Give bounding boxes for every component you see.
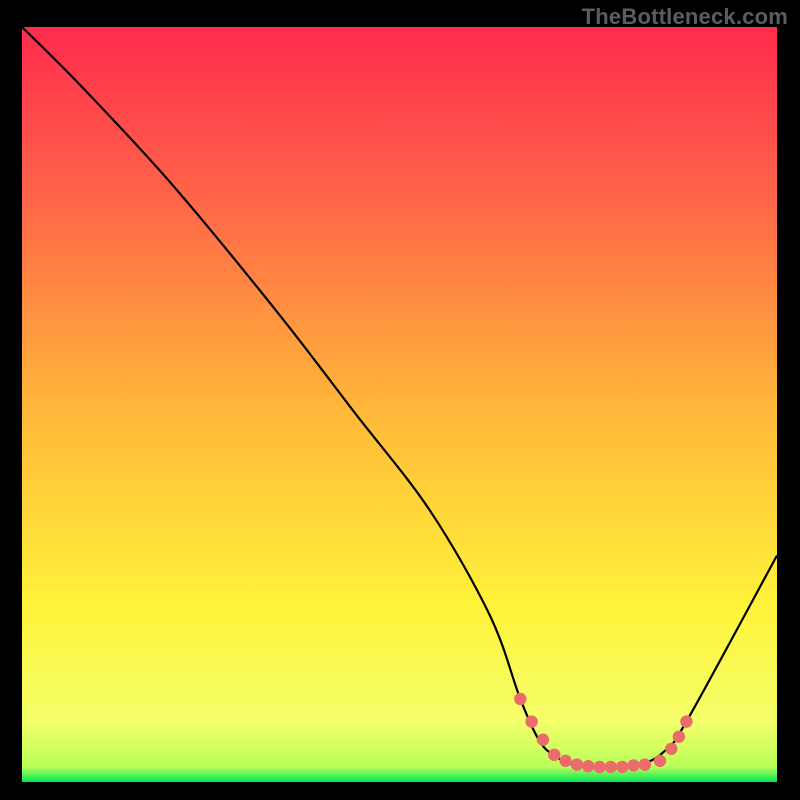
- highlight-dot: [514, 693, 526, 705]
- highlight-dot: [627, 759, 639, 771]
- highlight-dot: [582, 760, 594, 772]
- chart-frame: TheBottleneck.com: [0, 0, 800, 800]
- highlight-dot: [673, 731, 685, 743]
- highlight-dot: [593, 761, 605, 773]
- highlight-dot: [559, 755, 571, 767]
- highlight-dot: [525, 715, 537, 727]
- highlight-dot: [639, 758, 651, 770]
- highlight-dot: [654, 755, 666, 767]
- gradient-background: [22, 27, 777, 782]
- highlight-dot: [665, 743, 677, 755]
- watermark-text: TheBottleneck.com: [582, 4, 788, 30]
- highlight-dot: [680, 715, 692, 727]
- bottleneck-chart: [22, 27, 777, 782]
- highlight-dot: [537, 734, 549, 746]
- highlight-dot: [616, 761, 628, 773]
- plot-area: [22, 27, 777, 782]
- highlight-dot: [571, 758, 583, 770]
- highlight-dot: [548, 749, 560, 761]
- highlight-dot: [605, 761, 617, 773]
